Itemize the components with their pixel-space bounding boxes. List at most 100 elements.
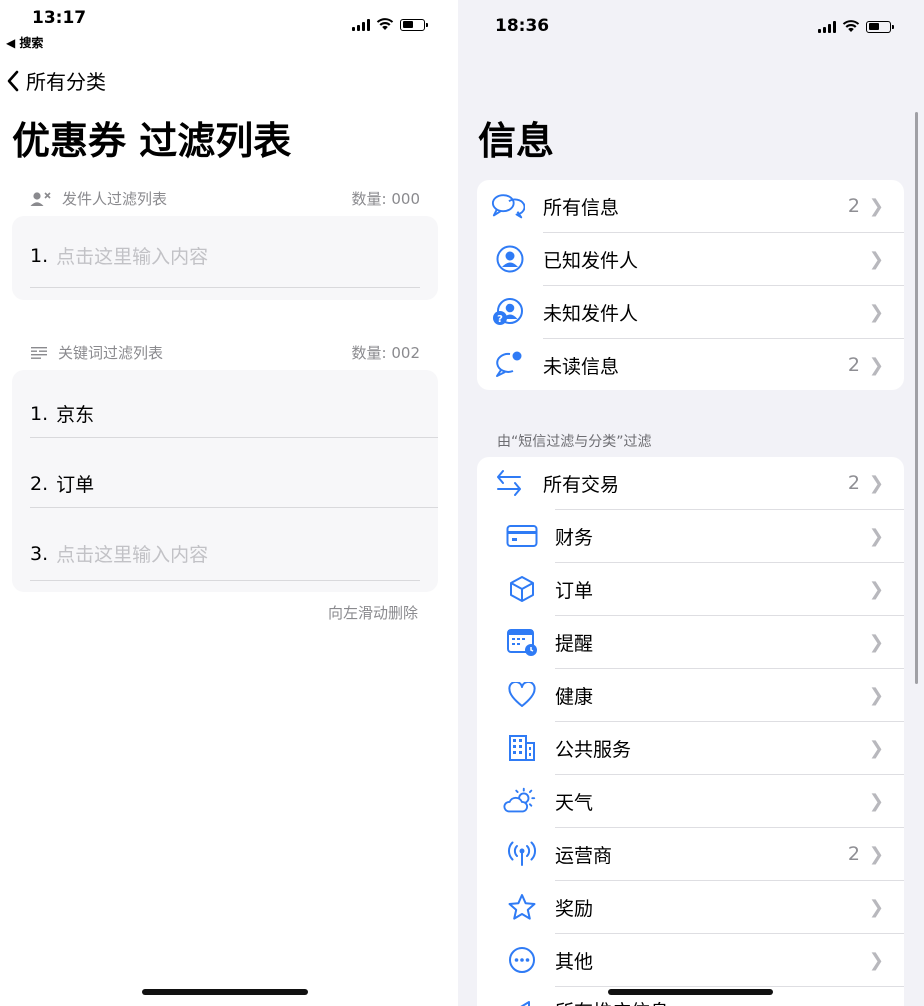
heart-icon xyxy=(505,678,539,712)
row-weather[interactable]: 天气 ❯ xyxy=(477,775,904,827)
chevron-left-icon xyxy=(7,70,19,91)
swipe-hint: 向左滑动删除 xyxy=(327,604,418,622)
status-icons xyxy=(352,18,428,31)
row-count: 2 xyxy=(847,195,860,217)
message-filter-group: 所有信息 2 ❯ 已知发件人 ❯ ? 未知发件人 ❯ 未读信息 2 ❯ xyxy=(477,180,904,390)
ellipsis-circle-icon xyxy=(505,943,539,977)
row-number: 1. xyxy=(30,402,49,425)
row-finance[interactable]: 财务 ❯ xyxy=(477,510,904,562)
chevron-right-icon: ❯ xyxy=(868,578,884,600)
status-time: 18:36 xyxy=(495,16,550,36)
chevron-right-icon: ❯ xyxy=(868,949,884,971)
back-label: 所有分类 xyxy=(26,70,106,94)
row-number: 1. xyxy=(30,244,49,267)
keyword-filter-card: 1. 京东 2. 订单 3. 点击这里输入内容 xyxy=(12,370,438,592)
antenna-icon xyxy=(505,837,539,871)
back-button[interactable]: 所有分类 xyxy=(6,66,106,95)
keyword-section-title: 关键词过滤列表 xyxy=(58,344,164,362)
chevron-right-icon: ❯ xyxy=(868,195,884,217)
back-to-app-link[interactable]: ◀ 搜索 xyxy=(6,34,43,51)
row-carrier[interactable]: 运营商 2 ❯ xyxy=(477,828,904,880)
row-divider xyxy=(30,580,420,581)
chevron-right-icon: ❯ xyxy=(868,896,884,918)
chevron-right-icon: ❯ xyxy=(868,737,884,759)
sender-input-placeholder: 点击这里输入内容 xyxy=(56,246,209,268)
star-icon xyxy=(505,890,539,924)
person-remove-icon xyxy=(30,191,51,206)
row-label: 运营商 xyxy=(555,844,613,867)
text-list-icon xyxy=(31,346,47,359)
row-label: 奖励 xyxy=(555,897,594,920)
home-indicator[interactable] xyxy=(142,989,308,995)
row-label: 所有推广信息 xyxy=(555,997,669,1006)
keyword-section-header: 关键词过滤列表 数量: 002 xyxy=(30,342,420,363)
sender-filter-card: 1. 点击这里输入内容 xyxy=(12,216,438,300)
page-title: 信息 xyxy=(478,119,555,163)
keyword-count: 数量: 002 xyxy=(351,344,420,362)
credit-card-icon xyxy=(505,519,539,553)
battery-icon xyxy=(400,18,428,31)
row-public-services[interactable]: 公共服务 ❯ xyxy=(477,722,904,774)
chevron-right-icon: ❯ xyxy=(868,843,884,865)
row-all-transactions[interactable]: 所有交易 2 ❯ xyxy=(477,457,904,509)
chevron-right-icon: ❯ xyxy=(868,790,884,812)
chevron-right-icon: ❯ xyxy=(868,631,884,653)
chevron-right-icon: ❯ xyxy=(868,354,884,376)
right-phone-screen: 18:36 信息 所有信息 2 ❯ 已知发件人 ❯ ? 未知发件人 ❯ 未读信息… xyxy=(458,0,924,1006)
signal-icon xyxy=(818,20,836,33)
cloud-sun-icon xyxy=(503,784,537,818)
page-title: 优惠券 过滤列表 xyxy=(12,119,292,163)
row-label: 天气 xyxy=(555,791,594,814)
scrollbar[interactable] xyxy=(915,112,918,684)
home-indicator[interactable] xyxy=(608,989,773,995)
sender-count: 数量: 000 xyxy=(351,190,420,208)
row-label: 财务 xyxy=(555,526,594,549)
wifi-icon xyxy=(376,18,394,30)
cube-box-icon xyxy=(505,572,539,606)
chevron-right-icon: ❯ xyxy=(868,472,884,494)
filter-caption: 由“短信过滤与分类”过滤 xyxy=(497,434,652,450)
chat-bubble-badge-icon xyxy=(492,348,526,382)
arrows-swap-icon xyxy=(492,466,526,500)
row-label: 未读信息 xyxy=(543,355,620,378)
transactions-group: 所有交易 2 ❯ 财务 ❯ 订单 ❯ 提醒 ❯ 健康 ❯ 公共服务 ❯ 天气 ❯… xyxy=(477,457,904,1006)
row-label: 提醒 xyxy=(555,632,594,655)
row-other[interactable]: 其他 ❯ xyxy=(477,934,904,986)
row-number: 2. xyxy=(30,472,49,495)
calendar-clock-icon xyxy=(505,625,539,659)
row-known-senders[interactable]: 已知发件人 ❯ xyxy=(477,233,904,285)
sender-row-1[interactable]: 1. 点击这里输入内容 xyxy=(30,242,420,269)
signal-icon xyxy=(352,18,370,31)
row-count: 2 xyxy=(847,354,860,376)
sender-section-header: 发件人过滤列表 数量: 000 xyxy=(30,188,420,209)
battery-icon xyxy=(866,20,894,33)
status-time: 13:17 xyxy=(32,8,87,28)
person-question-icon: ? xyxy=(491,295,525,329)
row-unread-messages[interactable]: 未读信息 2 ❯ xyxy=(477,339,904,390)
wifi-icon xyxy=(842,20,860,32)
row-label: 所有交易 xyxy=(543,473,620,496)
row-rewards[interactable]: 奖励 ❯ xyxy=(477,881,904,933)
chevron-right-icon: ❯ xyxy=(868,525,884,547)
row-divider xyxy=(30,507,438,508)
row-unknown-senders[interactable]: ? 未知发件人 ❯ xyxy=(477,286,904,338)
row-all-messages[interactable]: 所有信息 2 ❯ xyxy=(477,180,904,232)
row-orders[interactable]: 订单 ❯ xyxy=(477,563,904,615)
chevron-right-icon: ❯ xyxy=(868,248,884,270)
sender-section-title: 发件人过滤列表 xyxy=(62,190,168,208)
row-label: 健康 xyxy=(555,685,594,708)
row-health[interactable]: 健康 ❯ xyxy=(477,669,904,721)
row-label: 订单 xyxy=(555,579,594,602)
keyword-row-3[interactable]: 3. 点击这里输入内容 xyxy=(30,540,420,567)
chevron-right-icon: ❯ xyxy=(868,301,884,323)
keyword-row-2[interactable]: 2. 订单 xyxy=(30,470,420,497)
keyword-row-1[interactable]: 1. 京东 xyxy=(30,400,420,427)
row-label: 所有信息 xyxy=(543,196,620,219)
row-label: 已知发件人 xyxy=(543,249,639,272)
row-reminders[interactable]: 提醒 ❯ xyxy=(477,616,904,668)
svg-text:?: ? xyxy=(497,314,503,325)
chevron-right-icon: ❯ xyxy=(868,684,884,706)
row-label: 其他 xyxy=(555,950,594,973)
left-phone-screen: 13:17 ◀ 搜索 所有分类 优惠券 过滤列表 发件人过滤列表 数量: 000… xyxy=(0,0,458,1006)
person-circle-icon xyxy=(493,242,527,276)
